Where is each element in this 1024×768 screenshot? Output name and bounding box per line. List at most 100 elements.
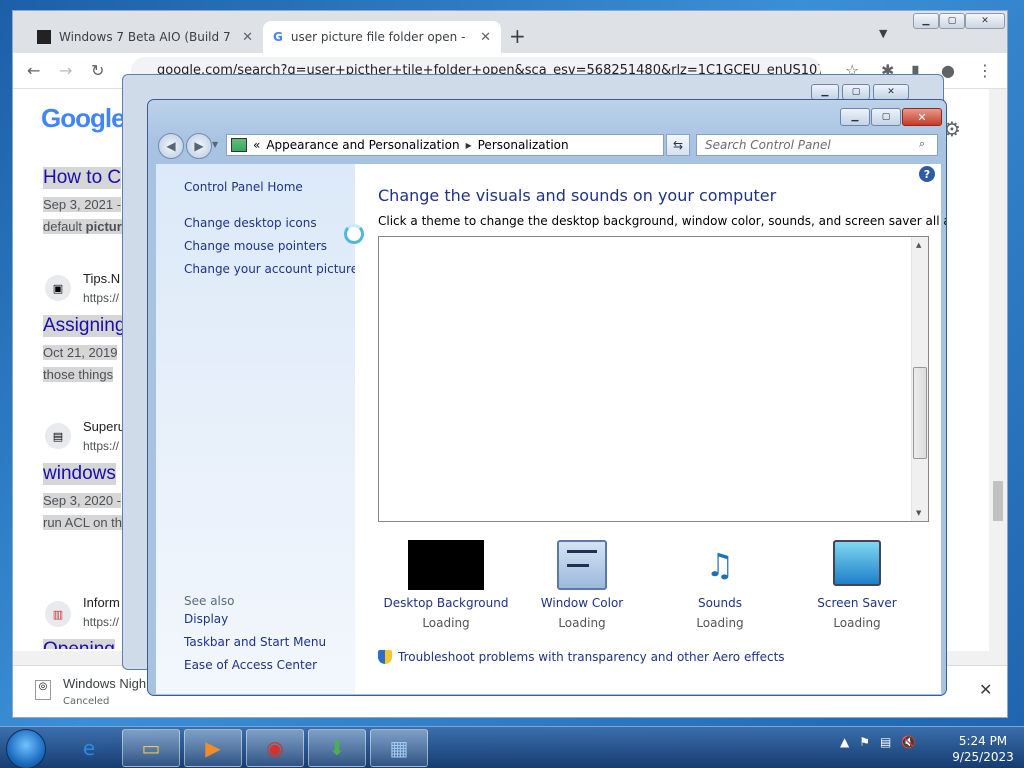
scroll-up-icon[interactable]: ▲ bbox=[916, 241, 921, 249]
snippet-text: default bbox=[43, 219, 86, 234]
ease-of-access-link[interactable]: Ease of Access Center bbox=[184, 658, 317, 672]
personalization-window: ▁ ▢ ✕ ◀ ▶ ▼ « Appearance and Personaliza… bbox=[147, 99, 947, 696]
tile-label[interactable]: Sounds bbox=[650, 596, 790, 610]
result-date: Sep 3, 2021 - bbox=[43, 197, 122, 212]
scrollbar-thumb[interactable] bbox=[913, 367, 927, 459]
scroll-down-icon[interactable]: ▼ bbox=[916, 509, 921, 517]
window-color-thumbnail bbox=[557, 540, 607, 590]
search-input[interactable]: Search Control Panel ⌕ bbox=[696, 134, 938, 156]
download-status: Canceled bbox=[63, 696, 110, 707]
internet-explorer-icon[interactable]: e bbox=[60, 729, 118, 767]
download-name[interactable]: Windows Nigh bbox=[63, 676, 146, 691]
forward-arrow-icon[interactable]: ▶ bbox=[186, 133, 212, 159]
minimize-button[interactable]: ▁ bbox=[840, 108, 870, 126]
result-title[interactable]: How to C bbox=[43, 167, 122, 189]
new-tab-button[interactable]: + bbox=[509, 24, 526, 48]
change-desktop-icons-link[interactable]: Change desktop icons bbox=[184, 216, 317, 230]
taskbar-start-menu-link[interactable]: Taskbar and Start Menu bbox=[184, 635, 326, 649]
media-player-icon[interactable]: ▶ bbox=[184, 729, 242, 767]
tile-status: Loading bbox=[558, 616, 606, 630]
maximize-button[interactable]: ▢ bbox=[842, 84, 870, 100]
page-instructions: Click a theme to change the desktop back… bbox=[378, 214, 947, 228]
tab-close-icon[interactable]: ✕ bbox=[242, 30, 253, 45]
site-favicon-icon: ▣ bbox=[45, 275, 71, 301]
tile-label[interactable]: Window Color bbox=[512, 596, 652, 610]
recent-pages-chevron-icon[interactable]: ▼ bbox=[212, 140, 218, 149]
control-panel-taskbar-icon[interactable]: ▦ bbox=[370, 729, 428, 767]
result-snippet: default pictur bbox=[43, 219, 122, 234]
result-title[interactable]: Opening bbox=[43, 639, 115, 649]
troubleshoot-link[interactable]: Troubleshoot problems with transparency … bbox=[378, 650, 785, 664]
breadcrumb[interactable]: « Appearance and Personalization ▸ Perso… bbox=[226, 134, 732, 156]
tab-close-icon[interactable]: ✕ bbox=[480, 30, 491, 45]
download-bar-close-icon[interactable]: ✕ bbox=[979, 680, 992, 699]
notification-area: ▲ ⚑ ▤ 🔇 bbox=[840, 735, 916, 749]
tab-windows7-aio[interactable]: Windows 7 Beta AIO (Build 7000) ✕ bbox=[27, 21, 263, 53]
maximize-button[interactable]: ▢ bbox=[939, 13, 965, 29]
file-explorer-icon[interactable]: ▭ bbox=[122, 729, 180, 767]
screen-saver-tile[interactable]: Screen Saver Loading bbox=[787, 540, 927, 630]
breadcrumb-appearance[interactable]: Appearance and Personalization bbox=[266, 138, 459, 152]
breadcrumb-chevron-icon[interactable]: ▸ bbox=[466, 138, 472, 152]
window-color-icon bbox=[557, 540, 607, 590]
control-panel-home-link[interactable]: Control Panel Home bbox=[184, 180, 303, 194]
tile-status: Loading bbox=[422, 616, 470, 630]
back-arrow-icon[interactable]: ◀ bbox=[158, 133, 184, 159]
snippet-bold: pictur bbox=[85, 219, 122, 234]
close-button[interactable]: ✕ bbox=[873, 84, 909, 100]
themes-scrollbar[interactable]: ▲ ▼ bbox=[911, 237, 928, 521]
desktop-background-thumbnail bbox=[408, 540, 484, 590]
window-color-tile[interactable]: Window Color Loading bbox=[512, 540, 652, 630]
close-button[interactable]: ✕ bbox=[902, 108, 942, 126]
desktop-background-tile[interactable]: Desktop Background Loading bbox=[376, 540, 516, 630]
downloader-icon[interactable]: ⬇ bbox=[308, 729, 366, 767]
search-icon[interactable]: ⌕ bbox=[919, 137, 925, 151]
back-arrow-icon[interactable]: ← bbox=[27, 61, 40, 80]
minimize-button[interactable]: ▁ bbox=[913, 13, 939, 29]
scrollbar-thumb[interactable] bbox=[993, 481, 1003, 521]
result-title[interactable]: Assigning bbox=[43, 315, 126, 337]
result-url: https:// bbox=[83, 291, 120, 305]
tile-label[interactable]: Screen Saver bbox=[787, 596, 927, 610]
tile-label[interactable]: Desktop Background bbox=[376, 596, 516, 610]
site-favicon-icon: ▥ bbox=[45, 601, 71, 627]
result-title[interactable]: windows bbox=[43, 463, 116, 485]
breadcrumb-personalization[interactable]: Personalization bbox=[478, 138, 569, 152]
change-account-picture-link[interactable]: Change your account picture bbox=[184, 262, 358, 276]
clock-date: 9/25/2023 bbox=[952, 750, 1014, 764]
maximize-button[interactable]: ▢ bbox=[871, 108, 901, 126]
task-pane: Control Panel Home Change desktop icons … bbox=[156, 164, 358, 694]
change-mouse-pointers-link[interactable]: Change mouse pointers bbox=[184, 239, 327, 253]
volume-icon[interactable]: 🔇 bbox=[901, 735, 916, 749]
result-url: https:// bbox=[83, 439, 120, 453]
reload-icon[interactable]: ↻ bbox=[91, 61, 104, 80]
minimize-button[interactable]: ▁ bbox=[811, 84, 839, 100]
close-button[interactable]: ✕ bbox=[965, 13, 1005, 29]
clock[interactable]: 5:24 PM 9/25/2023 bbox=[948, 733, 1018, 765]
page-scrollbar[interactable] bbox=[989, 89, 1007, 717]
sounds-thumbnail: ♫ bbox=[682, 540, 758, 590]
themes-list[interactable]: ▲ ▼ bbox=[378, 236, 929, 522]
refresh-button[interactable]: ⇆ bbox=[666, 134, 690, 156]
troubleshoot-label[interactable]: Troubleshoot problems with transparency … bbox=[398, 650, 785, 664]
sounds-tile[interactable]: ♫ Sounds Loading bbox=[650, 540, 790, 630]
see-also-heading: See also bbox=[184, 594, 235, 608]
tab-search-chevron-icon[interactable]: ▼ bbox=[879, 27, 887, 40]
start-button[interactable] bbox=[6, 729, 46, 768]
forward-arrow-icon[interactable]: → bbox=[59, 61, 72, 80]
result-date: Sep 3, 2020 - bbox=[43, 493, 122, 508]
menu-kebab-icon[interactable]: ⋮ bbox=[977, 61, 993, 80]
music-notes-icon: ♫ bbox=[705, 546, 735, 584]
chrome-icon[interactable]: ◉ bbox=[246, 729, 304, 767]
tile-status: Loading bbox=[833, 616, 881, 630]
page-title: Change the visuals and sounds on your co… bbox=[378, 186, 777, 205]
breadcrumb-overflow[interactable]: « bbox=[253, 138, 260, 152]
network-icon[interactable]: ▤ bbox=[880, 735, 891, 749]
display-link[interactable]: Display bbox=[184, 612, 228, 626]
show-hidden-icons-icon[interactable]: ▲ bbox=[840, 735, 849, 749]
help-icon[interactable]: ? bbox=[919, 166, 935, 182]
result-url: https:// bbox=[83, 615, 120, 629]
google-logo[interactable]: Google bbox=[41, 103, 126, 134]
tab-google-search[interactable]: G user picture file folder open - Go ✕ bbox=[263, 21, 501, 53]
action-center-flag-icon[interactable]: ⚑ bbox=[859, 735, 870, 749]
